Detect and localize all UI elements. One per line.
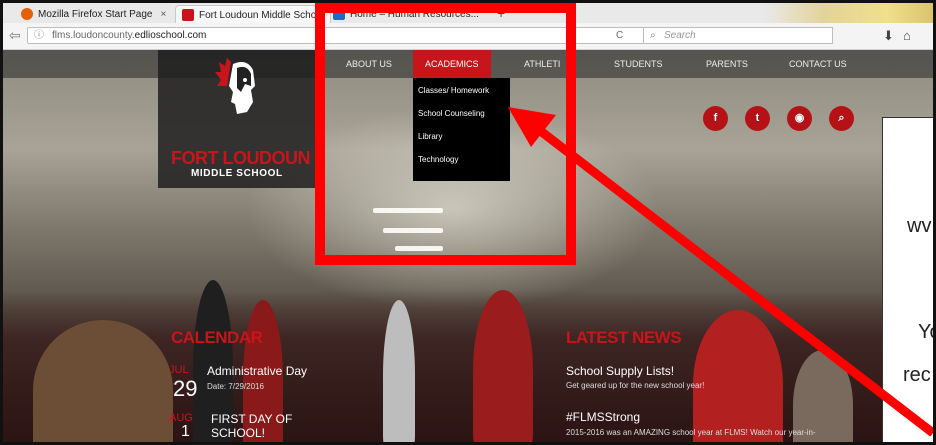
news-heading: LATEST NEWS [566,328,682,347]
event-title[interactable]: Administrative Day [207,364,307,378]
url-text: flms.loudoncounty.edlioschool.com [52,30,207,41]
tab-fort-loudoun[interactable]: Fort Loudoun Middle School [175,5,331,24]
info-icon[interactable]: ⓘ [34,28,44,43]
note-text: Yo [918,321,933,343]
event-title[interactable]: FIRST DAY OF [211,412,292,426]
twitter-icon[interactable]: t [745,106,770,131]
close-icon[interactable]: × [161,9,167,20]
tab-firefox-start[interactable]: Mozilla Firefox Start Page × [21,5,171,23]
note-text: wv [907,215,932,237]
tab-label: Fort Loudoun Middle School [199,9,325,21]
firefox-icon [21,8,33,20]
facebook-icon[interactable]: f [703,106,728,131]
tab-label: Mozilla Firefox Start Page [38,8,153,20]
person-silhouette [473,290,533,442]
menu-contact-us[interactable]: CONTACT US [789,50,847,78]
note-panel: wv Yo rec [882,117,933,442]
news-summary: 2015-2016 was an AMAZING school year at … [566,428,816,437]
event-title-cont[interactable]: SCHOOL! [211,426,265,440]
news-title[interactable]: School Supply Lists! [566,364,674,378]
search-icon: ⌕ [650,30,656,41]
event-day: 1 [181,423,190,440]
event-day: 29 [173,376,198,401]
highlight-box [315,3,576,265]
search-icon[interactable]: ⌕ [829,106,854,131]
screenshot-frame: Mozilla Firefox Start Page × Fort Loudou… [0,0,936,445]
school-subtitle: MIDDLE SCHOOL [191,168,283,179]
event-month: JUL [169,364,189,376]
search-placeholder: Search [664,30,696,41]
calendar-heading: CALENDAR [171,328,263,347]
reload-icon[interactable]: C [616,28,623,43]
menu-parents[interactable]: PARENTS [706,50,748,78]
person-silhouette [383,300,415,442]
home-icon[interactable]: ⌂ [903,28,911,43]
search-bar[interactable]: C ⌕ Search [616,27,833,44]
news-title[interactable]: #FLMSStrong [566,410,640,424]
back-arrow-icon[interactable]: ⇦ [9,27,21,44]
menu-students[interactable]: STUDENTS [614,50,663,78]
news-summary: Get geared up for the new school year! [566,381,705,390]
school-mascot-logo[interactable] [211,56,271,120]
rss-icon[interactable]: ◉ [787,106,812,131]
school-favicon-icon [182,9,194,21]
download-icon[interactable]: ⬇ [883,28,894,44]
note-text: rec [903,364,931,386]
event-date-text: Date: 7/29/2016 [207,382,264,391]
